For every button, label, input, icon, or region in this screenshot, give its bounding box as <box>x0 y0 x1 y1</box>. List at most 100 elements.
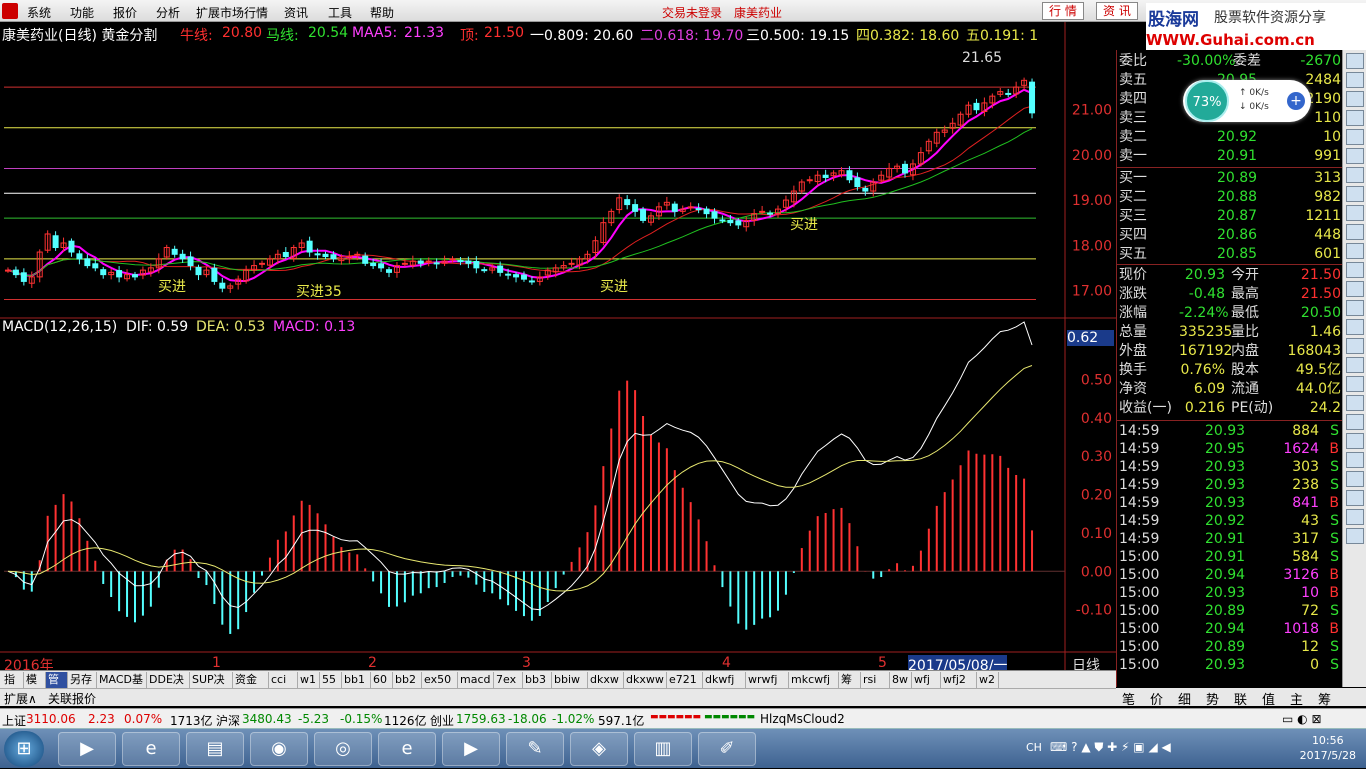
chart-svg[interactable]: 21.0020.0019.0018.0017.000.600.500.400.3… <box>0 22 1116 670</box>
network-widget[interactable]: 73% ↑ 0K/s ↓ 0K/s + <box>1183 80 1311 122</box>
trade-status[interactable]: 交易未登录 <box>662 4 722 21</box>
indicator-tab-27[interactable]: 8w <box>890 672 912 688</box>
indicator-tab-6[interactable]: SUP决策 <box>190 672 233 701</box>
tool-icon-8[interactable] <box>1345 205 1364 221</box>
indicator-tab-14[interactable]: ex50 <box>422 672 458 688</box>
indicator-tab-19[interactable]: dkxw <box>588 672 624 688</box>
tray-icons[interactable]: ⌨ ? ▲ ⛊ ✚ ⚡ ▣ ◢ ◀ <box>1050 740 1171 755</box>
menu-tools[interactable]: 工具 <box>328 4 352 21</box>
indicator-tab-28[interactable]: wfj <box>912 672 941 688</box>
tool-icon-16[interactable] <box>1345 357 1364 373</box>
indicator-tab-4[interactable]: MACD基本 <box>97 672 147 701</box>
indicator-tab-10[interactable]: 55 <box>320 672 342 688</box>
indicator-tab-0[interactable]: 指标 <box>2 672 24 701</box>
ie-browser-icon-2[interactable]: e <box>378 732 436 766</box>
tool-icon-21[interactable] <box>1345 452 1364 468</box>
indicator-tab-21[interactable]: e721 <box>667 672 703 688</box>
tool-icon-9[interactable] <box>1345 224 1364 240</box>
chart-area[interactable]: 21.0020.0019.0018.0017.000.600.500.400.3… <box>0 22 1116 687</box>
window-restore-icon[interactable]: ▭ ◐ ⊠ <box>1282 712 1322 726</box>
indicator-tab-12[interactable]: 60 <box>371 672 393 688</box>
indicator-tab-18[interactable]: bbiw <box>552 672 588 688</box>
folder-icon[interactable]: ▤ <box>186 732 244 766</box>
indicator-tab-26[interactable]: rsi <box>861 672 890 688</box>
menu-analysis[interactable]: 分析 <box>156 4 180 21</box>
tool-icon-12[interactable] <box>1345 281 1364 297</box>
indicator-tab-2[interactable]: 管理 <box>46 672 68 701</box>
panel-tab-6[interactable]: 主 <box>1290 689 1303 708</box>
stock-app-icon[interactable]: ◈ <box>570 732 628 766</box>
panel-tab-3[interactable]: 势 <box>1206 689 1219 708</box>
tool-icon-4[interactable] <box>1345 129 1364 145</box>
indicator-tab-20[interactable]: dkxww <box>624 672 667 688</box>
panel-tab-2[interactable]: 细 <box>1178 689 1191 708</box>
quote-button[interactable]: 行 情 <box>1042 2 1084 20</box>
extend-tab[interactable]: 扩展∧ <box>4 690 37 707</box>
tool-icon-11[interactable] <box>1345 262 1364 278</box>
add-icon[interactable]: + <box>1287 92 1305 110</box>
indicator-tab-24[interactable]: mkcwfj <box>789 672 839 688</box>
tool-icon-13[interactable] <box>1345 300 1364 316</box>
indicator-tab-29[interactable]: wfj2 <box>941 672 977 688</box>
indicator-tab-3[interactable]: 另存为 <box>68 672 97 701</box>
paint-icon[interactable]: ✐ <box>698 732 756 766</box>
menu-quote[interactable]: 报价 <box>113 4 137 21</box>
media-player-icon[interactable]: ▶ <box>58 732 116 766</box>
indicator-tab-25[interactable]: 筹码 <box>839 672 861 701</box>
tool-icon-22[interactable] <box>1345 471 1364 487</box>
panel-tab-0[interactable]: 笔 <box>1122 689 1135 708</box>
tool-icon-23[interactable] <box>1345 490 1364 506</box>
tool-icon-14[interactable] <box>1345 319 1364 335</box>
film-reel-icon[interactable]: ◉ <box>250 732 308 766</box>
panel-tab-4[interactable]: 联 <box>1234 689 1247 708</box>
indicator-tab-5[interactable]: DDE决策 <box>147 672 190 701</box>
tool-icon-25[interactable] <box>1345 528 1364 544</box>
menu-help[interactable]: 帮助 <box>370 4 394 21</box>
indicator-tab-13[interactable]: bb2 <box>393 672 422 688</box>
indicator-tab-8[interactable]: cci <box>269 672 298 688</box>
indicator-tab-11[interactable]: bb1 <box>342 672 371 688</box>
notepad-icon[interactable]: ✎ <box>506 732 564 766</box>
tool-icon-0[interactable] <box>1345 53 1364 69</box>
tool-icon-18[interactable] <box>1345 395 1364 411</box>
tool-icon-3[interactable] <box>1345 110 1364 126</box>
lang-indicator[interactable]: CH <box>1026 741 1042 754</box>
indicator-tab-16[interactable]: 7ex <box>494 672 523 688</box>
indicator-tab-17[interactable]: bb3 <box>523 672 552 688</box>
news-button[interactable]: 资 讯 <box>1096 2 1138 20</box>
indicator-tab-30[interactable]: w2 <box>977 672 999 688</box>
indicator-tab-22[interactable]: dkwfj <box>703 672 746 688</box>
clock[interactable]: 10:56 2017/5/28 <box>1300 733 1356 763</box>
indicator-tab-9[interactable]: w1 <box>298 672 320 688</box>
menu-function[interactable]: 功能 <box>70 4 94 21</box>
video-player-icon[interactable]: ▶ <box>442 732 500 766</box>
indicator-tab-7[interactable]: 资金决策 <box>233 672 269 701</box>
memory-gauge[interactable]: 73% <box>1185 80 1229 122</box>
start-button-icon[interactable]: ⊞ <box>4 731 44 767</box>
indicator-tab-15[interactable]: macd <box>458 672 494 688</box>
tool-icon-6[interactable] <box>1345 167 1364 183</box>
document-icon[interactable]: ▥ <box>634 732 692 766</box>
menu-news[interactable]: 资讯 <box>284 4 308 21</box>
ie-browser-icon[interactable]: e <box>122 732 180 766</box>
tool-icon-7[interactable] <box>1345 186 1364 202</box>
related-quote-tab[interactable]: 关联报价 <box>48 690 96 707</box>
tool-icon-20[interactable] <box>1345 433 1364 449</box>
tool-icon-19[interactable] <box>1345 414 1364 430</box>
tool-icon-2[interactable] <box>1345 91 1364 107</box>
tool-icon-24[interactable] <box>1345 509 1364 525</box>
panel-tab-5[interactable]: 值 <box>1262 689 1275 708</box>
tool-icon-5[interactable] <box>1345 148 1364 164</box>
tool-icon-15[interactable] <box>1345 338 1364 354</box>
tool-icon-10[interactable] <box>1345 243 1364 259</box>
indicator-tab-23[interactable]: wrwfj <box>746 672 789 688</box>
indicator-tab-1[interactable]: 模板 <box>24 672 46 701</box>
weibo-icon[interactable]: ◎ <box>314 732 372 766</box>
tool-icon-1[interactable] <box>1345 72 1364 88</box>
panel-tab-7[interactable]: 筹 <box>1318 689 1331 708</box>
panel-tab-1[interactable]: 价 <box>1150 689 1163 708</box>
menu-extended-market[interactable]: 扩展市场行情 <box>196 4 268 21</box>
app-logo-icon[interactable] <box>2 3 18 19</box>
tool-icon-17[interactable] <box>1345 376 1364 392</box>
menu-system[interactable]: 系统 <box>27 4 51 21</box>
